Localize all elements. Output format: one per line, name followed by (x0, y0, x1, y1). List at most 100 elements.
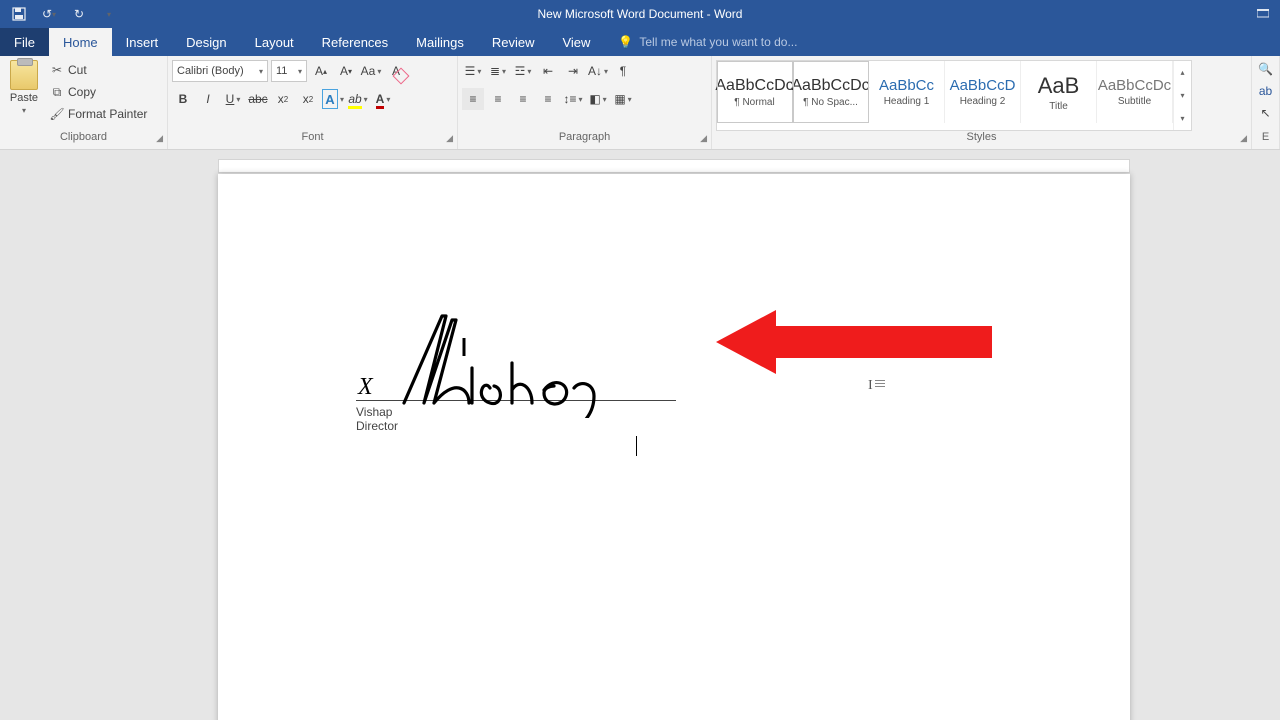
align-right-button[interactable]: ≡ (512, 88, 534, 110)
multilevel-button[interactable]: ☲ (512, 60, 534, 82)
align-center-button[interactable]: ≡ (487, 88, 509, 110)
ribbon-tabs: File Home Insert Design Layout Reference… (0, 28, 1280, 56)
style-heading-1[interactable]: AaBbCcHeading 1 (869, 61, 945, 123)
text-effects-button[interactable]: A (322, 88, 344, 110)
gallery-scroll[interactable]: ▴▾▾ (1173, 61, 1191, 130)
group-editing: 🔍 ab ↖ E (1252, 56, 1280, 149)
style-subtitle[interactable]: AaBbCcDcSubtitle (1097, 61, 1173, 123)
handwritten-signature (394, 308, 694, 418)
signature-x: X (358, 374, 373, 401)
borders-button[interactable]: ▦ (612, 88, 634, 110)
clipboard-launcher[interactable]: ◢ (156, 133, 163, 144)
copy-button[interactable]: ⧉Copy (46, 82, 151, 102)
undo-button[interactable]: ↺▾ (36, 2, 62, 26)
bulb-icon: 💡 (618, 35, 633, 49)
superscript-button[interactable]: x2 (297, 88, 319, 110)
group-label-styles: Styles (967, 131, 997, 143)
gallery-more-icon: ▾ (1174, 107, 1191, 130)
paste-button[interactable]: Paste ▾ (4, 58, 44, 115)
group-styles: AaBbCcDcNormal AaBbCcDcNo Spac... AaBbCc… (712, 56, 1252, 149)
group-paragraph: ☰ ≣ ☲ ⇤ ⇥ A↓ ¶ ≡ ≡ ≡ ≡ ↕≡ ◧ ▦ Paragraph ◢ (458, 56, 712, 149)
red-arrow-annotation (716, 310, 996, 374)
qat-customize[interactable]: ▾ (96, 2, 122, 26)
tab-insert[interactable]: Insert (112, 28, 173, 56)
styles-gallery: AaBbCcDcNormal AaBbCcDcNo Spac... AaBbCc… (716, 60, 1192, 131)
ribbon-options-button[interactable] (1246, 0, 1280, 28)
decrease-indent-button[interactable]: ⇤ (537, 60, 559, 82)
group-clipboard: Paste ▾ ✂Cut ⧉Copy 🖌 Format Painter Clipb… (0, 56, 168, 149)
align-left-button[interactable]: ≡ (462, 88, 484, 110)
redo-button[interactable]: ↻ (66, 2, 92, 26)
cut-button[interactable]: ✂Cut (46, 60, 151, 80)
strikethrough-button[interactable]: abc (247, 88, 269, 110)
font-size-value: 11 (276, 65, 287, 77)
text-cursor (636, 436, 637, 456)
show-marks-button[interactable]: ¶ (612, 60, 634, 82)
clear-formatting-button[interactable]: A (385, 60, 407, 82)
italic-button[interactable]: I (197, 88, 219, 110)
group-label-clipboard: Clipboard (60, 131, 107, 143)
highlight-button[interactable]: ab (347, 88, 369, 110)
underline-button[interactable]: U (222, 88, 244, 110)
group-label-paragraph: Paragraph (559, 131, 610, 143)
signature-block[interactable]: X Vishap Director (356, 294, 676, 433)
change-case-button[interactable]: Aa (360, 60, 382, 82)
tab-references[interactable]: References (308, 28, 402, 56)
increase-indent-button[interactable]: ⇥ (562, 60, 584, 82)
quick-access-toolbar: ↺▾ ↻ ▾ (0, 2, 128, 26)
page[interactable]: X Vishap Director I (218, 174, 1130, 720)
line-spacing-button[interactable]: ↕≡ (562, 88, 584, 110)
ribbon: Paste ▾ ✂Cut ⧉Copy 🖌 Format Painter Clipb… (0, 56, 1280, 150)
document-area: X Vishap Director I (0, 150, 1280, 720)
group-label-editing: E (1262, 131, 1269, 143)
font-name-value: Calibri (Body) (177, 65, 244, 77)
font-color-button[interactable]: A (372, 88, 394, 110)
paragraph-launcher[interactable]: ◢ (700, 133, 707, 144)
chevron-up-icon: ▴ (1174, 61, 1191, 84)
sort-button[interactable]: A↓ (587, 60, 609, 82)
save-button[interactable] (6, 2, 32, 26)
tab-mailings[interactable]: Mailings (402, 28, 478, 56)
style-normal[interactable]: AaBbCcDcNormal (717, 61, 793, 123)
tab-file[interactable]: File (0, 28, 49, 56)
chevron-down-icon: ▾ (1174, 84, 1191, 107)
ibeam-cursor-icon: I (868, 378, 885, 394)
paste-icon (10, 60, 38, 90)
tell-me-placeholder: Tell me what you want to do... (639, 35, 797, 49)
tab-review[interactable]: Review (478, 28, 549, 56)
numbering-button[interactable]: ≣ (487, 60, 509, 82)
format-painter-label: Format Painter (68, 107, 147, 121)
find-button[interactable]: 🔍 (1258, 62, 1273, 76)
tell-me-search[interactable]: 💡 Tell me what you want to do... (604, 28, 797, 56)
replace-button[interactable]: ab (1259, 84, 1272, 98)
paintbrush-icon: 🖌 (50, 107, 64, 121)
paste-label: Paste (10, 92, 38, 104)
format-painter-button[interactable]: 🖌 Format Painter (46, 104, 151, 124)
font-size-combo[interactable]: 11▾ (271, 60, 307, 82)
window-title: New Microsoft Word Document - Word (0, 7, 1280, 21)
style-no-spacing[interactable]: AaBbCcDcNo Spac... (793, 61, 869, 123)
font-launcher[interactable]: ◢ (446, 133, 453, 144)
styles-launcher[interactable]: ◢ (1240, 133, 1247, 144)
select-button[interactable]: ↖ (1260, 106, 1270, 120)
group-label-font: Font (301, 131, 323, 143)
bullets-button[interactable]: ☰ (462, 60, 484, 82)
tab-view[interactable]: View (548, 28, 604, 56)
bold-button[interactable]: B (172, 88, 194, 110)
grow-font-button[interactable]: A▴ (310, 60, 332, 82)
horizontal-ruler[interactable] (218, 159, 1130, 173)
title-bar: ↺▾ ↻ ▾ New Microsoft Word Document - Wor… (0, 0, 1280, 28)
justify-button[interactable]: ≡ (537, 88, 559, 110)
style-heading-2[interactable]: AaBbCcDHeading 2 (945, 61, 1021, 123)
subscript-button[interactable]: x2 (272, 88, 294, 110)
tab-layout[interactable]: Layout (241, 28, 308, 56)
style-title[interactable]: AaBTitle (1021, 61, 1097, 123)
copy-label: Copy (68, 85, 96, 99)
font-name-combo[interactable]: Calibri (Body)▾ (172, 60, 268, 82)
scissors-icon: ✂ (50, 63, 64, 77)
chevron-down-icon: ▾ (22, 106, 26, 115)
tab-home[interactable]: Home (49, 28, 112, 56)
shrink-font-button[interactable]: A▾ (335, 60, 357, 82)
tab-design[interactable]: Design (172, 28, 240, 56)
shading-button[interactable]: ◧ (587, 88, 609, 110)
